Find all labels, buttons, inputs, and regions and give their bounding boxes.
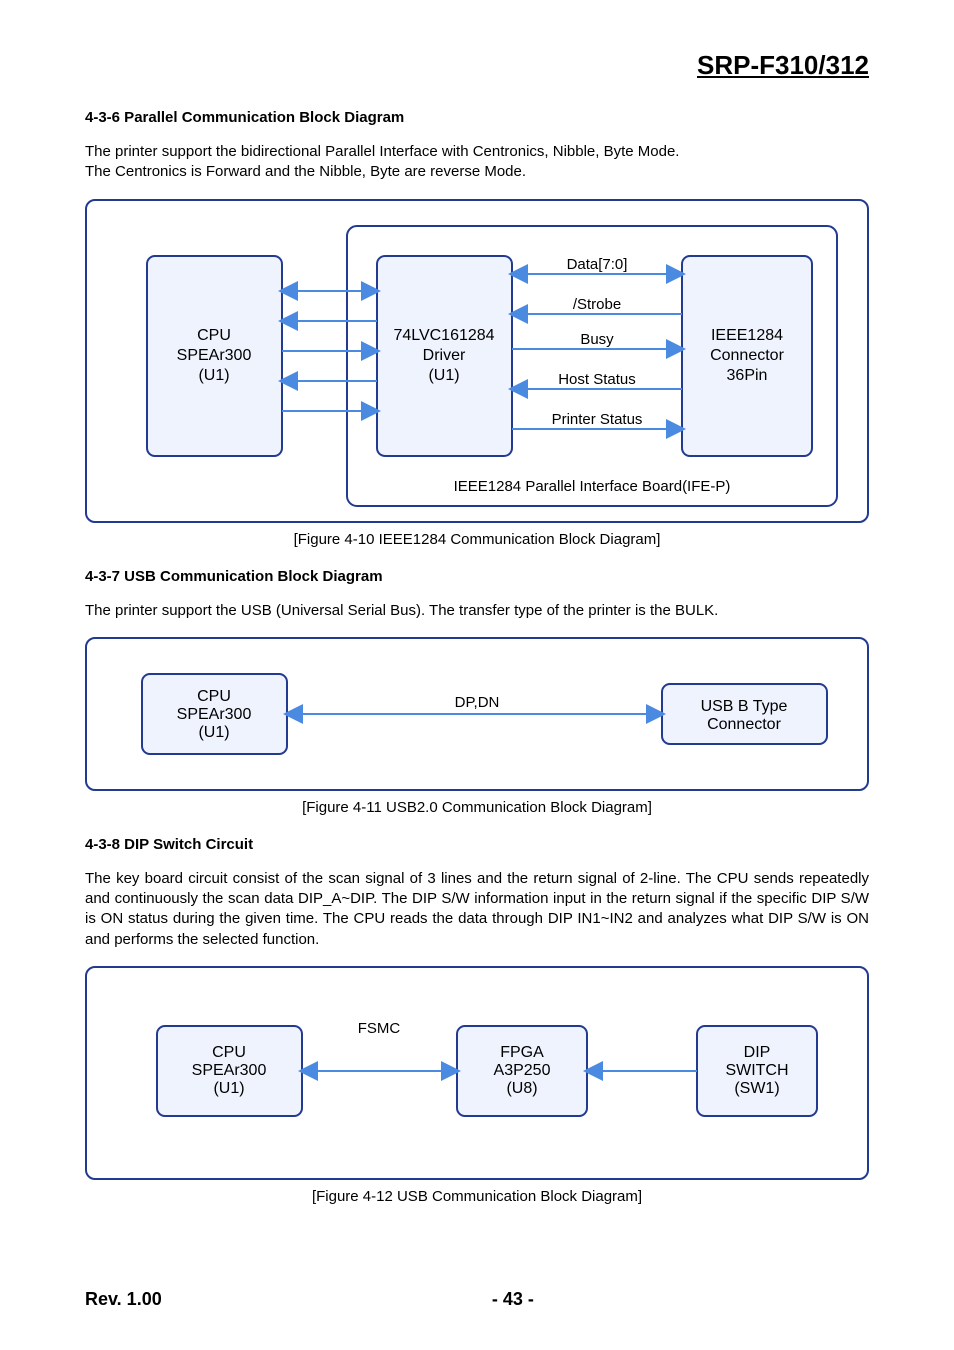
figure-4-10: CPU SPEAr300 (U1) 74LVC161284 Driver (U1… bbox=[85, 199, 869, 523]
paragraph: The key board circuit consist of the sca… bbox=[85, 869, 869, 950]
fpga-label: (U8) bbox=[506, 1080, 537, 1097]
cpu-label: CPU bbox=[197, 327, 231, 344]
fpga-label: A3P250 bbox=[494, 1062, 551, 1079]
cpu-label: (U1) bbox=[213, 1080, 244, 1097]
section-heading-436: 4-3-6 Parallel Communication Block Diagr… bbox=[85, 109, 869, 126]
figure-caption: [Figure 4-10 IEEE1284 Communication Bloc… bbox=[85, 531, 869, 548]
cpu-label: CPU bbox=[197, 688, 231, 705]
figure-caption: [Figure 4-12 USB Communication Block Dia… bbox=[85, 1188, 869, 1205]
signal-label: Busy bbox=[580, 331, 614, 348]
section-heading-438: 4-3-8 DIP Switch Circuit bbox=[85, 836, 869, 853]
dip-label: DIP bbox=[744, 1044, 771, 1061]
connector-label: USB B Type bbox=[701, 698, 788, 715]
board-label: IEEE1284 Parallel Interface Board(IFE-P) bbox=[454, 478, 731, 495]
cpu-label: (U1) bbox=[198, 367, 229, 384]
connector-label: 36Pin bbox=[727, 367, 768, 384]
figure-caption: [Figure 4-11 USB2.0 Communication Block … bbox=[85, 799, 869, 816]
cpu-label: (U1) bbox=[198, 724, 229, 741]
signal-label: Printer Status bbox=[552, 411, 643, 428]
cpu-label: SPEAr300 bbox=[177, 347, 252, 364]
section-heading-437: 4-3-7 USB Communication Block Diagram bbox=[85, 568, 869, 585]
dip-label: SWITCH bbox=[725, 1062, 788, 1079]
dip-label: (SW1) bbox=[734, 1080, 779, 1097]
text: The Centronics is Forward and the Nibble… bbox=[85, 163, 526, 180]
signal-label: FSMC bbox=[358, 1020, 401, 1037]
page-number: - 43 - bbox=[492, 1289, 534, 1310]
driver-label: Driver bbox=[423, 347, 466, 364]
paragraph: The printer support the USB (Universal S… bbox=[85, 601, 869, 621]
page: SRP-F310/312 4-3-6 Parallel Communicatio… bbox=[0, 0, 954, 1350]
signal-label: Data[7:0] bbox=[567, 256, 628, 273]
driver-label: 74LVC161284 bbox=[393, 327, 494, 344]
figure-4-11: CPU SPEAr300 (U1) USB B Type Connector D… bbox=[85, 637, 869, 791]
page-footer: Rev. 1.00 - 43 - . bbox=[85, 1289, 869, 1310]
signal-label: Host Status bbox=[558, 371, 636, 388]
signal-label: /Strobe bbox=[573, 296, 621, 313]
figure-4-12: CPU SPEAr300 (U1) FPGA A3P250 (U8) DIP S… bbox=[85, 966, 869, 1180]
signal-label: DP,DN bbox=[455, 694, 500, 711]
paragraph: The printer support the bidirectional Pa… bbox=[85, 142, 869, 183]
fpga-label: FPGA bbox=[500, 1044, 544, 1061]
revision-label: Rev. 1.00 bbox=[85, 1289, 162, 1310]
connector-label: Connector bbox=[710, 347, 784, 364]
text: The printer support the bidirectional Pa… bbox=[85, 143, 679, 160]
driver-label: (U1) bbox=[428, 367, 459, 384]
document-model-title: SRP-F310/312 bbox=[85, 50, 869, 81]
cpu-label: SPEAr300 bbox=[177, 706, 252, 723]
connector-label: IEEE1284 bbox=[711, 327, 783, 344]
cpu-label: CPU bbox=[212, 1044, 246, 1061]
cpu-label: SPEAr300 bbox=[192, 1062, 267, 1079]
connector-label: Connector bbox=[707, 716, 781, 733]
